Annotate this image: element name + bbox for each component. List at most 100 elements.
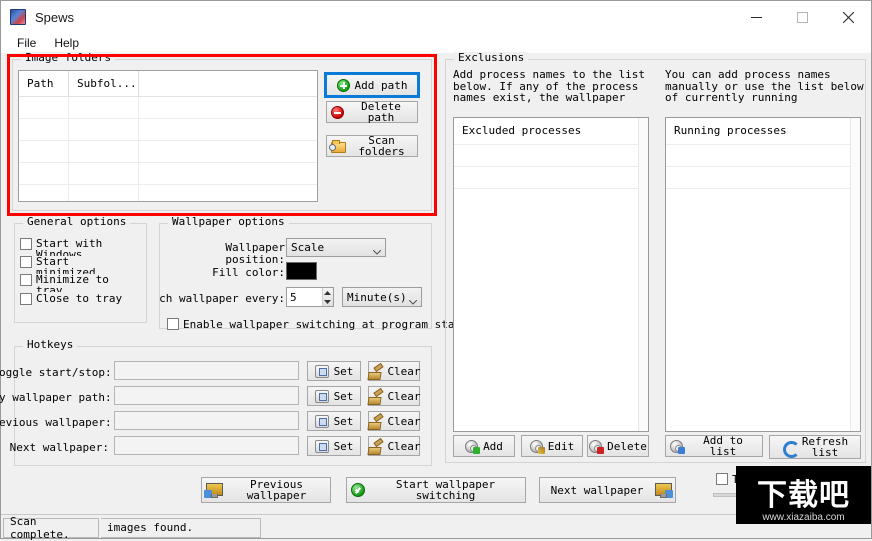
hotkey-clear-button-previous[interactable]: Clear <box>367 411 421 431</box>
checkbox-close-to-tray[interactable]: Close to tray <box>20 293 142 309</box>
table-row[interactable] <box>19 163 317 185</box>
wallpaper-position-select[interactable]: Scale <box>286 238 386 257</box>
checkbox-box[interactable] <box>20 238 32 250</box>
site-watermark: 下载吧 www.xiazaiba.com <box>736 466 871 524</box>
excluded-processes-title: Excluded processes <box>462 124 582 137</box>
hotkey-set-label: Set <box>333 364 354 378</box>
table-row[interactable] <box>19 119 317 141</box>
monitor-previous-icon <box>204 483 223 498</box>
hotkey-set-button-toggle[interactable]: Set <box>307 361 361 381</box>
running-processes-title: Running processes <box>674 124 787 137</box>
interval-input[interactable] <box>287 288 322 306</box>
stepper-buttons[interactable] <box>321 288 333 306</box>
watermark-url: www.xiazaiba.com <box>762 512 845 523</box>
checkbox-box[interactable] <box>20 274 32 286</box>
next-wallpaper-label: Next wallpaper <box>550 483 644 497</box>
table-row[interactable] <box>19 185 317 201</box>
minimize-icon[interactable] <box>733 1 779 33</box>
table-row[interactable] <box>19 141 317 163</box>
wallpaper-position-label: Wallpaper position: <box>225 241 285 266</box>
exclusion-add-button[interactable]: Add <box>453 435 515 457</box>
image-folders-grid[interactable]: Path Subfol... <box>18 70 318 202</box>
scan-folders-button[interactable]: Scan folders <box>326 135 418 157</box>
refresh-icon <box>782 440 800 458</box>
running-list-scrollbar[interactable] <box>850 118 860 431</box>
list-item[interactable] <box>454 166 648 188</box>
keyboard-set-icon <box>314 389 329 403</box>
hotkey-label-toggle: oggle start/stop: <box>0 367 109 379</box>
delete-path-button[interactable]: Delete path <box>326 101 418 123</box>
start-wallpaper-switching-button[interactable]: Start wallpaper switching <box>346 477 526 503</box>
interval-stepper[interactable] <box>286 287 334 307</box>
wallpaper-position-value: Scale <box>291 241 325 254</box>
checkbox-minimize-to-tray[interactable]: Minimize to tray <box>20 274 142 292</box>
minus-circle-icon <box>331 105 344 119</box>
hotkey-clear-label: Clear <box>387 364 421 378</box>
plus-circle-icon <box>336 78 350 92</box>
add-path-label: Add path <box>354 78 408 92</box>
fill-color-label: Fill color: <box>212 266 285 279</box>
interval-unit-select[interactable]: Minute(s) <box>342 287 422 307</box>
refresh-list-button[interactable]: Refresh list <box>769 435 861 459</box>
table-row[interactable] <box>19 97 317 119</box>
column-header-subfolders[interactable]: Subfol... <box>69 71 139 96</box>
checkbox-box[interactable] <box>20 256 32 268</box>
fill-color-swatch[interactable] <box>286 262 317 280</box>
checkbox-start-minimized[interactable]: Start minimized <box>20 256 142 274</box>
list-item[interactable] <box>666 166 860 188</box>
menu-item-help[interactable]: Help <box>46 35 87 51</box>
menu-item-file[interactable]: File <box>9 35 44 51</box>
close-icon[interactable] <box>825 1 871 33</box>
hotkey-set-button-copy-path[interactable]: Set <box>307 386 361 406</box>
add-to-list-button[interactable]: Add to list <box>665 435 763 457</box>
general-options-legend: General options <box>23 216 131 228</box>
column-header-blank <box>139 71 317 96</box>
hotkey-set-button-next[interactable]: Set <box>307 436 361 456</box>
broom-clear-icon <box>367 440 382 453</box>
hotkey-clear-button-copy-path[interactable]: Clear <box>368 386 421 406</box>
broom-clear-icon <box>367 365 382 378</box>
list-item[interactable] <box>666 188 860 210</box>
list-item[interactable] <box>454 144 648 166</box>
watermark-logo-text: 下载吧 <box>757 479 850 512</box>
hotkey-set-button-previous[interactable]: Set <box>307 411 361 431</box>
add-path-button[interactable]: Add path <box>324 72 420 98</box>
stepper-up-icon[interactable] <box>323 288 333 297</box>
hotkey-input-next[interactable] <box>114 436 299 455</box>
hotkey-clear-button-next[interactable]: Clear <box>367 436 421 456</box>
excluded-list-scrollbar[interactable] <box>638 118 648 431</box>
hotkey-clear-button-toggle[interactable]: Clear <box>367 361 421 381</box>
hotkey-input-previous[interactable] <box>114 411 299 430</box>
wallpaper-options-legend: Wallpaper options <box>168 216 289 228</box>
hotkey-clear-label: Clear <box>387 439 421 453</box>
hotkey-label-previous: evious wallpaper: <box>0 417 109 429</box>
status-images-found: images found. <box>101 517 261 538</box>
refresh-list-label: Refresh list <box>801 435 849 459</box>
checkbox-box[interactable] <box>716 473 728 485</box>
next-wallpaper-button[interactable]: Next wallpaper <box>539 477 676 503</box>
running-processes-list[interactable]: Running processes <box>665 117 861 432</box>
stepper-down-icon[interactable] <box>323 297 333 306</box>
checkbox-box[interactable] <box>167 318 179 330</box>
application-window: Spews File Help Image folders Path Subfo… <box>0 0 872 541</box>
app-icon <box>10 9 26 25</box>
checkbox-enable-switching-at-startup[interactable]: Enable wallpaper switching at program st… <box>167 318 481 330</box>
exclusion-edit-label: Edit <box>547 439 575 453</box>
maximize-icon[interactable] <box>779 1 825 33</box>
delete-path-label: Delete path <box>361 100 401 124</box>
list-item[interactable] <box>454 188 648 210</box>
column-header-path[interactable]: Path <box>19 71 69 96</box>
hotkey-set-label: Set <box>333 414 354 428</box>
exclusion-delete-button[interactable]: Delete <box>587 435 649 457</box>
hotkey-input-toggle[interactable] <box>114 361 299 380</box>
checkbox-box[interactable] <box>20 293 32 305</box>
list-item[interactable] <box>666 144 860 166</box>
hotkey-input-copy-path[interactable] <box>114 386 299 405</box>
broom-clear-icon <box>367 415 382 428</box>
exclusion-edit-button[interactable]: Edit <box>521 435 583 457</box>
previous-wallpaper-button[interactable]: Previous wallpaper <box>201 477 331 503</box>
excluded-processes-list[interactable]: Excluded processes <box>453 117 649 432</box>
checkbox-start-with-windows[interactable]: Start with Windows <box>20 238 142 256</box>
exclusions-legend: Exclusions <box>454 52 529 64</box>
hotkey-set-label: Set <box>333 439 354 453</box>
